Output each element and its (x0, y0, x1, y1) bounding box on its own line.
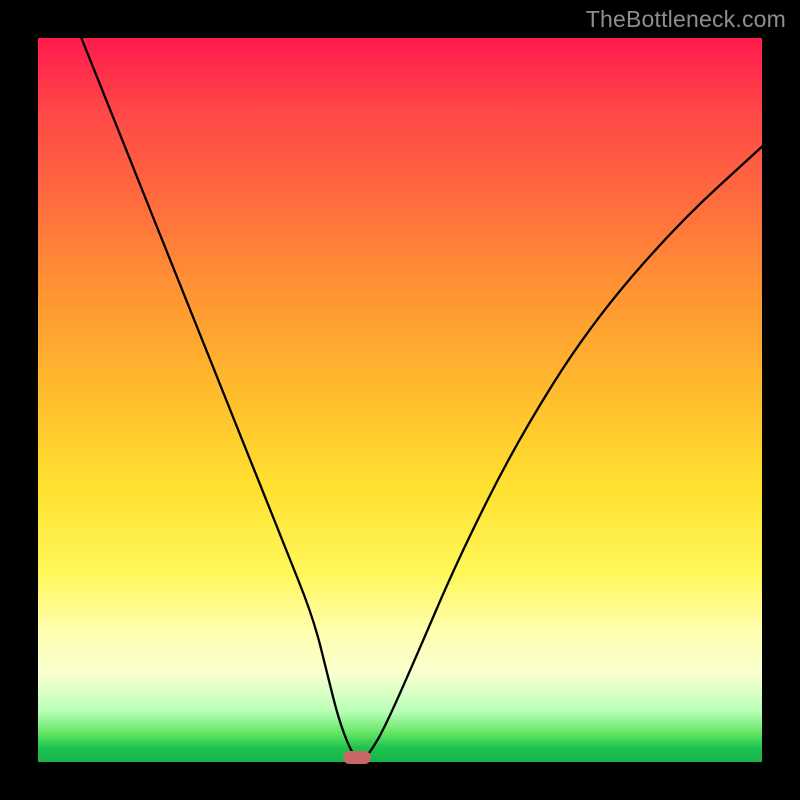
chart-frame: TheBottleneck.com (0, 0, 800, 800)
bottleneck-curve (38, 38, 762, 762)
optimal-marker (343, 751, 371, 764)
watermark-text: TheBottleneck.com (586, 6, 786, 33)
plot-area (38, 38, 762, 762)
